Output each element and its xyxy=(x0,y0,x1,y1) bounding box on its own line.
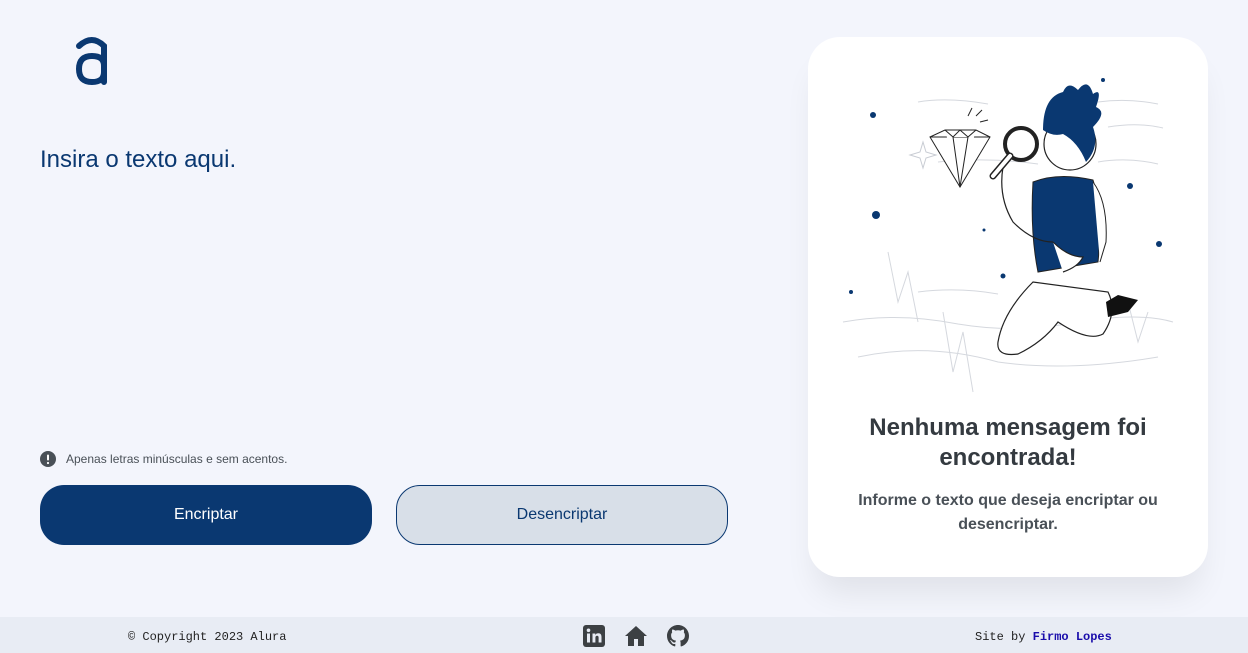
social-links xyxy=(582,624,690,648)
linkedin-icon[interactable] xyxy=(582,624,606,648)
text-input[interactable] xyxy=(40,146,740,426)
exclamation-circle-icon xyxy=(40,451,56,467)
output-card: Nenhuma mensagem foi encontrada! Informe… xyxy=(808,37,1208,577)
decrypt-button[interactable]: Desencriptar xyxy=(396,485,728,545)
github-icon[interactable] xyxy=(666,624,690,648)
no-message-text: Informe o texto que deseja encriptar ou … xyxy=(858,492,1158,533)
author-link[interactable]: Firmo Lopes xyxy=(1033,630,1112,644)
alura-logo-icon[interactable] xyxy=(74,36,110,86)
copyright-text: © Copyright 2023 Alura xyxy=(128,630,287,644)
person-with-magnifying-glass-illustration xyxy=(842,78,1174,393)
home-icon[interactable] xyxy=(624,624,648,648)
site-credit: Site by Firmo Lopes xyxy=(975,630,1112,644)
encrypt-button[interactable]: Encriptar xyxy=(40,485,372,545)
hint: Apenas letras minúsculas e sem acentos. xyxy=(40,451,287,467)
footer: © Copyright 2023 Alura Site by Firmo Lop… xyxy=(0,617,1248,653)
credit-prefix: Site by xyxy=(975,630,1026,644)
hint-text: Apenas letras minúsculas e sem acentos. xyxy=(66,452,288,466)
no-message-title: Nenhuma mensagem foi encontrada! xyxy=(869,414,1147,471)
